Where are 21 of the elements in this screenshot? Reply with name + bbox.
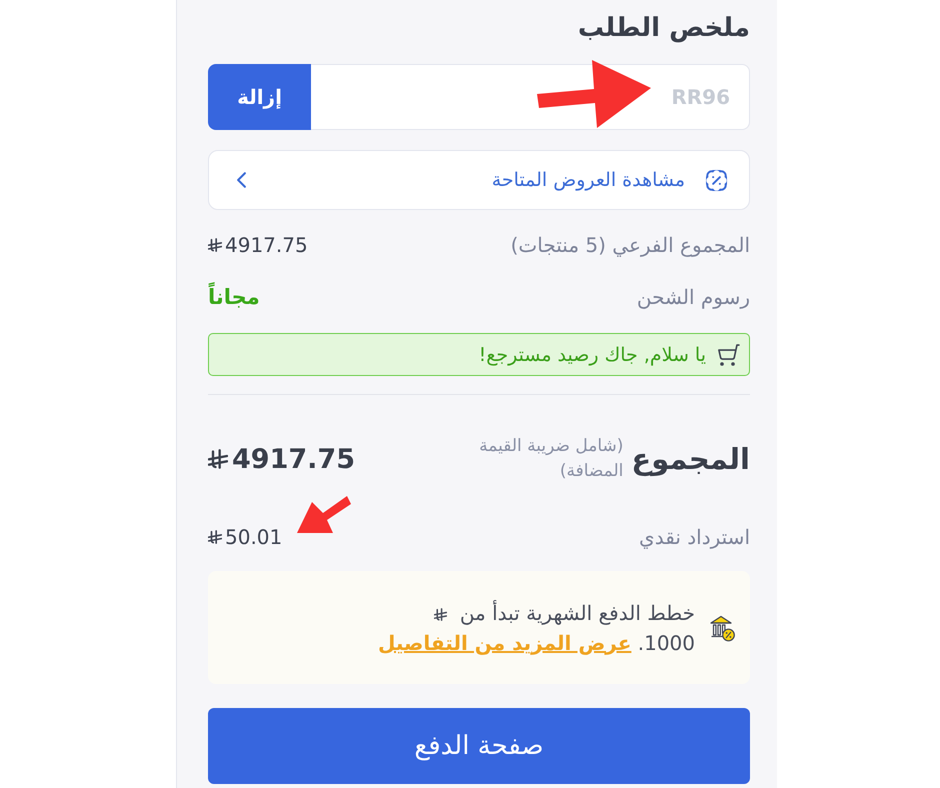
total-value: 4917.75 bbox=[232, 444, 355, 474]
row-label: رسوم الشحن bbox=[636, 285, 750, 309]
chevron-left-icon bbox=[237, 171, 246, 189]
currency-icon bbox=[208, 449, 228, 469]
notice-text: يا سلام, جاك رصيد مسترجع! bbox=[478, 344, 706, 366]
price-value: 4917.75 bbox=[225, 233, 308, 257]
currency-icon bbox=[208, 530, 222, 544]
cart-icon bbox=[718, 344, 740, 366]
price-value: 50.01 bbox=[225, 525, 282, 549]
bank-percent-icon bbox=[709, 614, 735, 642]
row-label: استرداد نقدي bbox=[639, 525, 750, 549]
currency-icon bbox=[434, 608, 448, 620]
currency-icon bbox=[208, 238, 222, 252]
total-label: المجموع bbox=[631, 442, 750, 476]
annotation-arrow bbox=[297, 496, 351, 533]
checkout-button[interactable]: صفحة الدفع bbox=[208, 708, 750, 784]
panel-title: ملخص الطلب bbox=[576, 12, 750, 45]
tax-note: (شامل ضريبة القيمة المضافة) bbox=[478, 435, 624, 483]
offers-link[interactable]: مشاهدة العروض المتاحة bbox=[208, 150, 750, 210]
row-label: المجموع الفرعي (5 منتجات) bbox=[510, 233, 750, 257]
discount-badge-icon bbox=[706, 170, 727, 190]
